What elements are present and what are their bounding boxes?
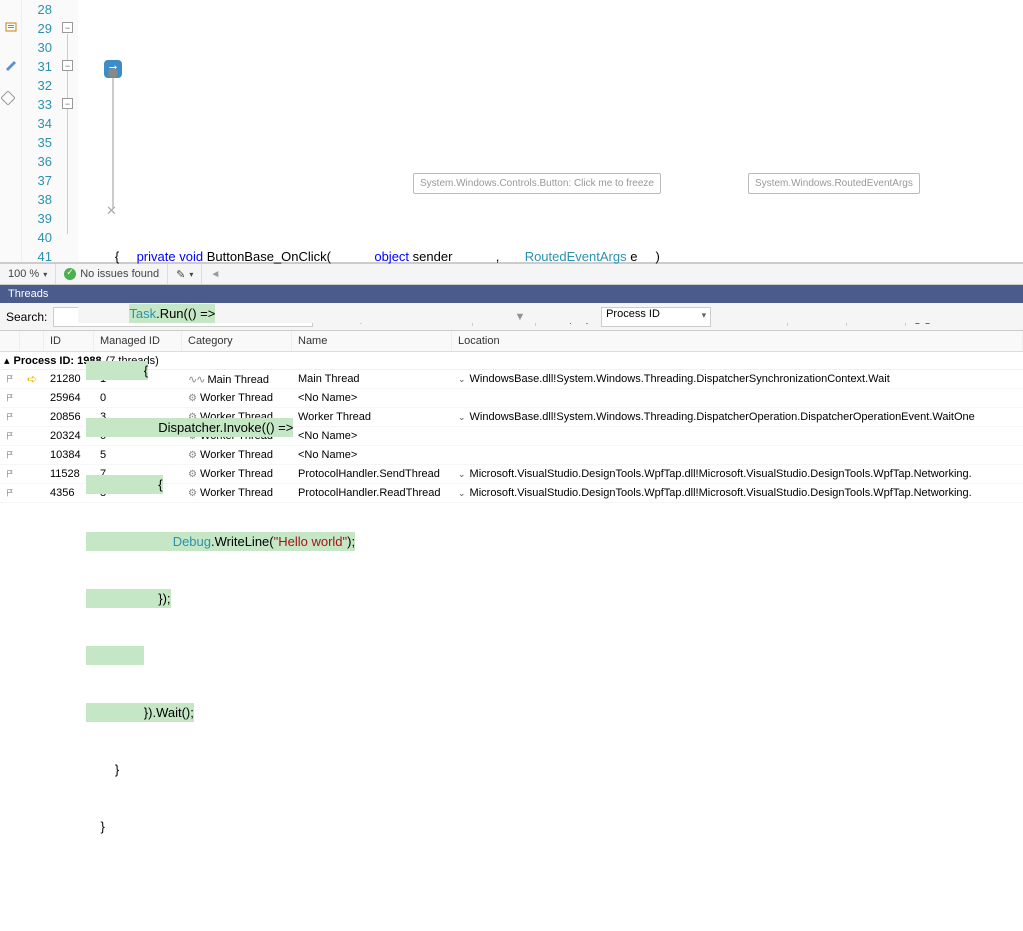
fold-toggle[interactable]: − <box>62 98 73 109</box>
tag-icon <box>0 90 16 106</box>
current-thread-cell <box>20 435 44 437</box>
fold-toggle[interactable]: − <box>62 60 73 71</box>
funnel-icon: ▼ <box>515 311 526 323</box>
line-number-gutter: 2829303132333435363738394041 <box>22 0 60 262</box>
search-label: Search: <box>6 310 47 324</box>
current-thread-arrow-icon: ➪ <box>27 372 37 386</box>
code-editor[interactable]: 2829303132333435363738394041 − − − ⇄ ✕ S… <box>0 0 1023 263</box>
flag-icon <box>6 411 14 423</box>
current-thread-cell <box>20 416 44 418</box>
fold-gutter[interactable]: − − − <box>60 0 78 262</box>
filter-flagged-button[interactable]: ▼ <box>511 309 530 325</box>
breakpoint-gutter[interactable] <box>0 0 22 262</box>
zoom-level[interactable]: 100 % ▾ <box>0 264 56 284</box>
flag-cell[interactable] <box>0 372 20 386</box>
flag-icon <box>6 430 14 442</box>
flag-icon <box>6 392 14 404</box>
current-thread-cell <box>20 454 44 456</box>
current-thread-cell: ➪ <box>20 371 44 387</box>
flag-cell[interactable] <box>0 486 20 500</box>
current-thread-cell <box>20 492 44 494</box>
check-icon <box>64 268 76 280</box>
flag-cell[interactable] <box>0 429 20 443</box>
current-thread-cell <box>20 473 44 475</box>
flag-icon <box>6 373 14 385</box>
flag-icon <box>6 487 14 499</box>
flag-cell[interactable] <box>0 448 20 462</box>
flag-cell[interactable] <box>0 391 20 405</box>
lambda-start-icon <box>108 68 118 78</box>
fold-toggle[interactable]: − <box>62 22 73 33</box>
flag-icon <box>6 468 14 480</box>
flag-cell[interactable] <box>0 467 20 481</box>
pencil-icon <box>3 57 19 73</box>
codelens-param2[interactable]: System.Windows.RoutedEventArgs <box>748 173 920 194</box>
flag-cell[interactable] <box>0 410 20 424</box>
collapse-group-icon[interactable]: ▴ <box>4 354 10 367</box>
current-thread-cell <box>20 397 44 399</box>
flag-icon <box>6 449 14 461</box>
codelens-icon <box>3 19 19 35</box>
groupby-combo[interactable]: Process ID <box>601 307 711 327</box>
code-text[interactable]: ⇄ ✕ System.Windows.Controls.Button: Clic… <box>78 0 1023 262</box>
codelens-param1[interactable]: System.Windows.Controls.Button: Click me… <box>413 173 661 194</box>
